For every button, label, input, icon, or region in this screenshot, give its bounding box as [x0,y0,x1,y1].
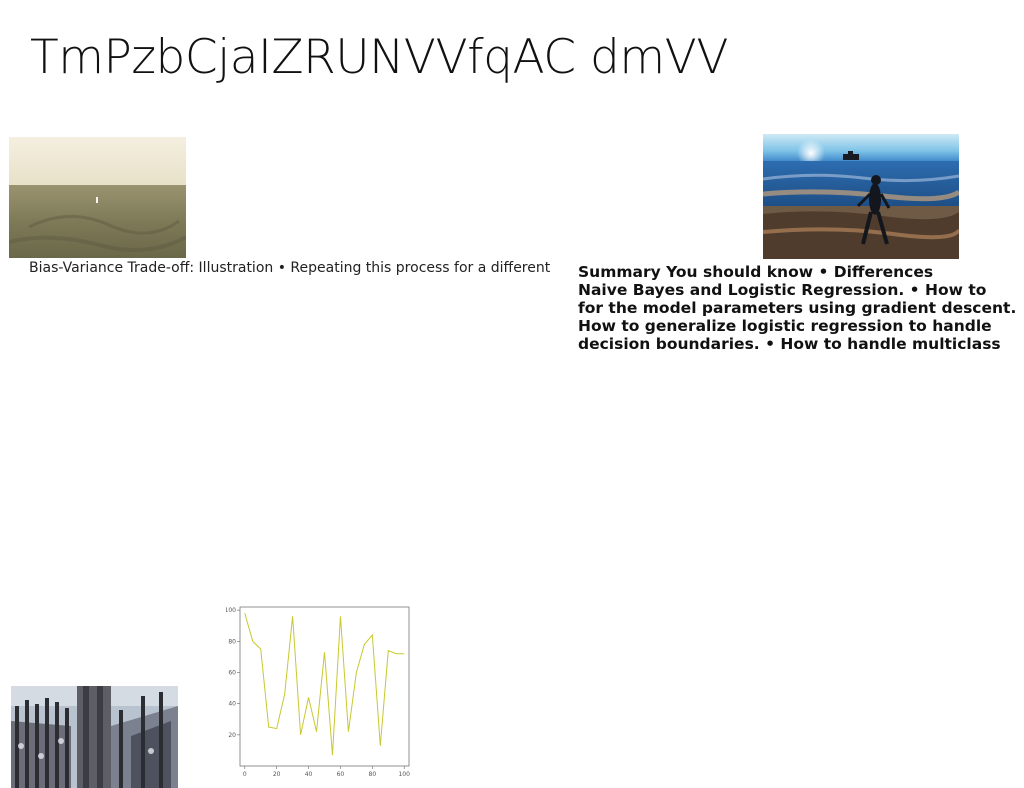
y-tick-label: 100 [226,607,236,614]
summary-line: How to generalize logistic regression to… [578,317,992,335]
plot-frame [239,606,410,767]
summary-line: decision boundaries. • How to handle mul… [578,335,1001,353]
beach-runner-photo [763,134,959,259]
page-title: TmPzbCjaIZRUNVVfqAC dmVV [30,30,728,85]
summary-line: for the model parameters using gradient … [578,299,1017,317]
x-tick-label: 100 [398,771,410,778]
summary-line: Summary You should know • Differences [578,263,934,281]
y-tick-label: 60 [228,669,236,676]
y-tick-label: 80 [228,638,236,645]
x-tick-label: 20 [273,771,281,778]
y-tick-label: 20 [228,732,236,739]
line-chart: 0 20 40 60 80 100 20 40 60 80 100 [226,603,412,783]
series-line [244,613,405,756]
x-tick-label: 0 [243,771,247,778]
cathedral-photo [11,686,178,788]
image-caption: Bias-Variance Trade-off: Illustration • … [29,260,551,276]
x-tick-label: 80 [369,771,377,778]
x-tick-label: 40 [305,771,313,778]
x-tick-label: 60 [337,771,345,778]
line-chart-svg: 0 20 40 60 80 100 20 40 60 80 100 [226,606,410,778]
y-tick-label: 40 [228,701,236,708]
summary-line: Naive Bayes and Logistic Regression. • H… [578,281,987,299]
summary-text: Summary You should know • Differences Na… [578,263,1024,353]
sea-photo [9,137,186,258]
